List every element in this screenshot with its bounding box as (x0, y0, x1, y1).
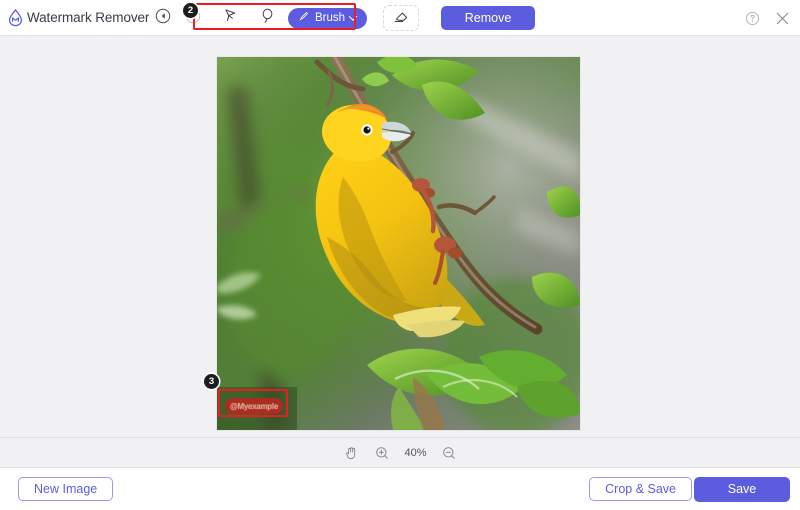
header-right-controls (742, 0, 792, 36)
remove-button[interactable]: Remove (441, 6, 535, 30)
watermark-selection[interactable]: @Myexample (225, 398, 283, 414)
app-header: Watermark Remover (0, 0, 800, 36)
toolbar: Brush Remove (148, 0, 535, 36)
undo-button[interactable] (148, 5, 178, 31)
free-lasso-icon (258, 6, 277, 30)
footer-actions: New Image Crop & Save Save (0, 468, 800, 510)
water-drop-logo-icon (6, 8, 25, 27)
selection-tools: Brush (212, 5, 371, 31)
zoom-toolbar: 40% (0, 437, 800, 468)
eraser-button[interactable] (383, 5, 419, 31)
brush-tool-label: Brush (315, 12, 345, 24)
chevron-down-icon (349, 12, 357, 20)
annotation-badge-2: 2 (183, 3, 198, 18)
watermark-remover-window: Watermark Remover (0, 0, 800, 510)
polygon-lasso-button[interactable] (216, 5, 246, 31)
eraser-icon (392, 6, 411, 30)
zoom-in-icon[interactable] (373, 444, 391, 462)
undo-arrow-icon (154, 7, 172, 30)
new-image-button[interactable]: New Image (18, 477, 113, 501)
annotation-badge-3: 3 (204, 374, 219, 389)
save-button[interactable]: Save (694, 477, 790, 502)
image-canvas[interactable]: @Myexample (0, 36, 800, 437)
photo-container[interactable]: @Myexample (217, 57, 580, 430)
free-lasso-button[interactable] (252, 5, 282, 31)
question-circle-icon[interactable] (742, 8, 762, 28)
polygon-lasso-icon (222, 6, 241, 30)
zoom-out-icon[interactable] (440, 444, 458, 462)
app-title: Watermark Remover (27, 10, 149, 25)
close-icon[interactable] (772, 8, 792, 28)
brush-icon (297, 10, 310, 26)
hand-pan-icon[interactable] (342, 444, 360, 462)
brand: Watermark Remover (6, 8, 149, 27)
watermark-text: @Myexample (230, 402, 278, 411)
brush-tool-button[interactable]: Brush (288, 8, 367, 29)
bird-photo (217, 57, 580, 430)
zoom-level-label: 40% (404, 447, 426, 459)
crop-and-save-button[interactable]: Crop & Save (589, 477, 692, 501)
